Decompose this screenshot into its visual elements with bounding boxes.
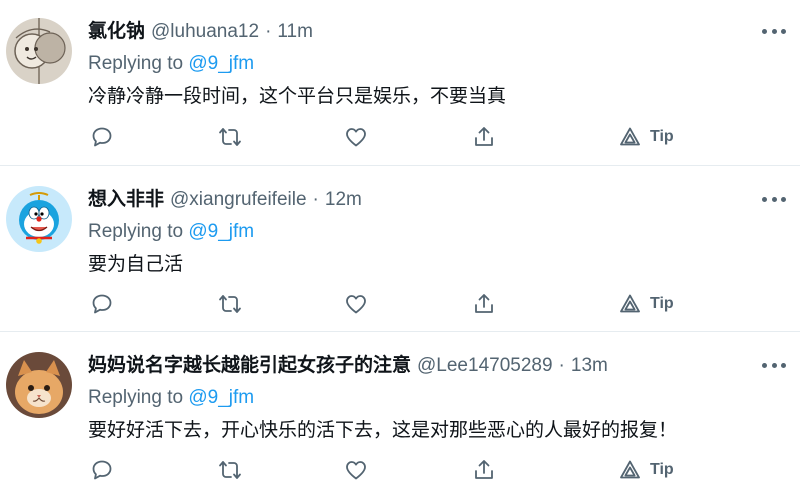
avatar[interactable] [6, 352, 72, 418]
like-icon [344, 292, 368, 316]
tip-icon [618, 458, 642, 482]
more-icon[interactable] [762, 192, 786, 206]
action-bar: Tip [88, 123, 688, 151]
replying-to: Replying to @9_jfm [88, 386, 760, 410]
tweet-text: 要好好活下去，开心快乐的活下去，这是对那些恶心的人最好的报复！ [88, 420, 678, 441]
separator-dot: · [312, 189, 319, 210]
timestamp[interactable]: 13m [571, 354, 608, 378]
user-handle[interactable]: @Lee14705289 [417, 354, 553, 378]
action-bar: Tip [88, 290, 688, 318]
tweet[interactable]: 氯化钠 @luhuana12 · 11m Replying to @9_jfm … [0, 0, 800, 166]
timestamp[interactable]: 12m [325, 188, 362, 212]
tip-button[interactable]: Tip [618, 456, 674, 484]
timestamp[interactable]: 11m [277, 20, 313, 44]
share-button[interactable] [472, 123, 496, 151]
retweet-icon [218, 125, 242, 149]
replying-to-mention[interactable]: @9_jfm [188, 221, 254, 242]
more-icon[interactable] [762, 24, 786, 38]
avatar[interactable] [6, 18, 72, 84]
separator-dot: · [265, 21, 272, 42]
share-icon [472, 458, 496, 482]
like-icon [344, 458, 368, 482]
retweet-button[interactable] [218, 456, 242, 484]
share-button[interactable] [472, 456, 496, 484]
tweet-text: 要为自己活 [88, 254, 184, 275]
like-icon [344, 125, 368, 149]
replying-to-mention[interactable]: @9_jfm [188, 387, 254, 408]
replying-to: Replying to @9_jfm [88, 52, 760, 76]
replying-to-label: Replying to [88, 387, 184, 408]
separator-dot: · [558, 355, 565, 376]
display-name[interactable]: 妈妈说名字越长越能引起女孩子的注意 [88, 354, 411, 378]
tip-icon [618, 125, 642, 149]
reply-button[interactable] [90, 290, 114, 318]
tweet-header: 氯化钠 @luhuana12 · 11m [88, 20, 760, 44]
tweet-header: 想入非非 @xiangrufeifeile · 12m [88, 188, 760, 212]
tweet-header: 妈妈说名字越长越能引起女孩子的注意 @Lee14705289 · 13m [88, 354, 760, 378]
more-icon[interactable] [762, 358, 786, 372]
tweet-content: 氯化钠 @luhuana12 · 11m Replying to @9_jfm … [88, 20, 760, 110]
like-button[interactable] [344, 123, 368, 151]
retweet-icon [218, 458, 242, 482]
tip-button[interactable]: Tip [618, 123, 674, 151]
replying-to-label: Replying to [88, 53, 184, 74]
avatar[interactable] [6, 186, 72, 252]
share-icon [472, 292, 496, 316]
reply-button[interactable] [90, 123, 114, 151]
tweet-content: 想入非非 @xiangrufeifeile · 12m Replying to … [88, 188, 760, 278]
reply-icon [90, 292, 114, 316]
reply-button[interactable] [90, 456, 114, 484]
reply-icon [90, 458, 114, 482]
replying-to-mention[interactable]: @9_jfm [188, 53, 254, 74]
tip-label: Tip [650, 128, 674, 145]
share-button[interactable] [472, 290, 496, 318]
display-name[interactable]: 氯化钠 [88, 20, 145, 44]
like-button[interactable] [344, 456, 368, 484]
tip-label: Tip [650, 461, 674, 478]
share-icon [472, 125, 496, 149]
tip-label: Tip [650, 295, 674, 312]
retweet-icon [218, 292, 242, 316]
tweet-text: 冷静冷静一段时间，这个平台只是娱乐，不要当真 [88, 86, 507, 107]
action-bar: Tip [88, 456, 688, 484]
like-button[interactable] [344, 290, 368, 318]
replying-to-label: Replying to [88, 221, 184, 242]
user-handle[interactable]: @luhuana12 [151, 20, 259, 44]
replying-to: Replying to @9_jfm [88, 220, 760, 244]
tip-button[interactable]: Tip [618, 290, 674, 318]
tweet[interactable]: 想入非非 @xiangrufeifeile · 12m Replying to … [0, 166, 800, 332]
reply-icon [90, 125, 114, 149]
display-name[interactable]: 想入非非 [88, 188, 164, 212]
tweet-content: 妈妈说名字越长越能引起女孩子的注意 @Lee14705289 · 13m Rep… [88, 354, 760, 444]
retweet-button[interactable] [218, 290, 242, 318]
tip-icon [618, 292, 642, 316]
retweet-button[interactable] [218, 123, 242, 151]
user-handle[interactable]: @xiangrufeifeile [170, 188, 307, 212]
tweet[interactable]: 妈妈说名字越长越能引起女孩子的注意 @Lee14705289 · 13m Rep… [0, 332, 800, 497]
